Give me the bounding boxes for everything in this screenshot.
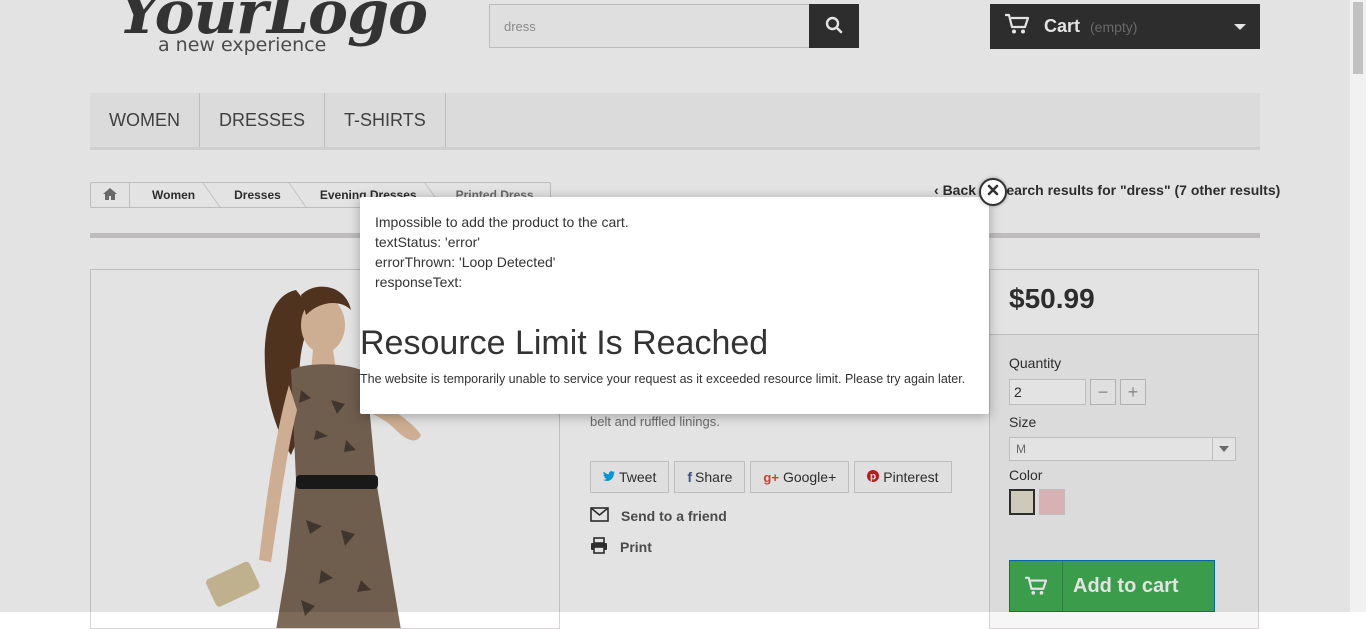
close-icon (987, 183, 999, 201)
close-modal-button[interactable] (979, 178, 1007, 206)
error-message: Impossible to add the product to the car… (375, 214, 629, 230)
error-description: The website is temporarily unable to ser… (360, 372, 966, 386)
error-heading: Resource Limit Is Reached (360, 324, 769, 362)
page-scrollbar[interactable] (1349, 0, 1366, 612)
error-text-status: textStatus: 'error' (375, 234, 480, 250)
error-thrown: errorThrown: 'Loop Detected' (375, 254, 556, 270)
error-response-text: responseText: (375, 274, 463, 290)
scrollbar-thumb[interactable] (1353, 2, 1363, 74)
error-modal: Impossible to add the product to the car… (360, 197, 989, 414)
page: YourLogo a new experience Cart (empty) W… (0, 0, 1366, 629)
